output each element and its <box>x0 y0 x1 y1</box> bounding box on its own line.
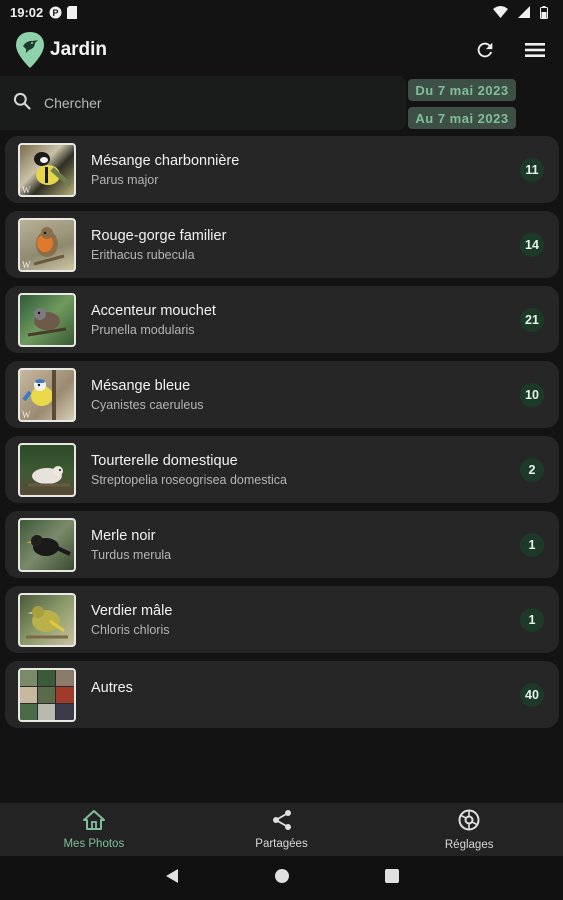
species-photo <box>18 517 76 572</box>
photo-count-badge: 14 <box>520 232 544 257</box>
species-scientific-name: Prunella modularis <box>91 322 195 337</box>
battery-icon <box>540 5 548 19</box>
species-photo: W <box>18 367 76 422</box>
species-card[interactable]: W Rouge-gorge familier Erithacus rubecul… <box>5 211 559 278</box>
nav-shared[interactable]: Partagées <box>188 803 376 856</box>
species-common-name: Accenteur mouchet <box>91 302 216 319</box>
species-common-name: Verdier mâle <box>91 602 173 619</box>
share-icon <box>271 809 293 836</box>
species-photo <box>18 442 76 497</box>
status-right <box>493 5 553 19</box>
nav-label: Mes Photos <box>63 838 125 850</box>
nav-label: Réglages <box>444 839 494 851</box>
notification-p-icon: P <box>49 6 62 19</box>
species-common-name: Autres <box>91 679 133 696</box>
species-photo <box>18 592 76 647</box>
search-placeholder: Chercher <box>44 95 102 111</box>
nav-settings[interactable]: Réglages <box>375 803 563 856</box>
species-scientific-name: Parus major <box>91 172 159 187</box>
species-common-name: Tourterelle domestique <box>91 452 238 469</box>
species-photo <box>18 292 76 347</box>
photo-count-badge: 1 <box>520 607 544 632</box>
refresh-icon[interactable] <box>471 36 499 64</box>
species-card[interactable]: Tourterelle domestique Streptopelia rose… <box>5 436 559 503</box>
wikimedia-mark: W <box>22 409 31 420</box>
photo-count-badge: 2 <box>520 457 544 482</box>
wikimedia-mark: W <box>22 259 31 270</box>
wifi-icon <box>493 6 508 18</box>
species-scientific-name: Streptopelia roseogrisea domestica <box>91 472 287 487</box>
svg-text:P: P <box>53 8 59 18</box>
bottom-navigation: Mes Photos Partagées Réglages <box>0 803 563 856</box>
species-scientific-name: Cyanistes caeruleus <box>91 397 204 412</box>
species-common-name: Merle noir <box>91 527 156 544</box>
species-card[interactable]: Verdier mâle Chloris chloris 1 <box>5 586 559 653</box>
search-input[interactable]: Chercher <box>0 76 406 130</box>
species-photo: W <box>18 142 76 197</box>
search-row: Chercher Du 7 mai 2023 Au 7 mai 2023 <box>0 76 563 130</box>
date-from-button[interactable]: Du 7 mai 2023 <box>408 79 516 101</box>
system-nav-bar <box>0 856 563 900</box>
photo-count-badge: 40 <box>520 682 544 707</box>
species-common-name: Mésange charbonnière <box>91 152 240 169</box>
date-to-button[interactable]: Au 7 mai 2023 <box>408 107 516 129</box>
signal-icon <box>518 6 530 18</box>
settings-icon <box>457 808 481 837</box>
search-icon <box>12 91 32 116</box>
nav-label: Partagées <box>255 838 308 850</box>
species-card[interactable]: Merle noir Turdus merula 1 <box>5 511 559 578</box>
home-icon <box>82 809 106 836</box>
status-bar: 19:02 P <box>0 0 563 24</box>
app-title: Jardin <box>50 39 108 60</box>
photo-count-badge: 10 <box>520 382 544 407</box>
app-bar: Jardin <box>0 24 563 76</box>
species-scientific-name: Erithacus rubecula <box>91 247 195 262</box>
app-logo-icon <box>14 30 46 70</box>
recents-icon[interactable] <box>384 868 399 888</box>
species-common-name: Mésange bleue <box>91 377 191 394</box>
species-card[interactable]: Accenteur mouchet Prunella modularis 21 <box>5 286 559 353</box>
photo-count-badge: 21 <box>520 307 544 332</box>
species-common-name: Rouge-gorge familier <box>91 227 227 244</box>
species-photo-collage <box>18 667 76 722</box>
wikimedia-mark: W <box>22 184 31 195</box>
species-card[interactable]: W Mésange charbonnière Parus major 11 <box>5 136 559 203</box>
home-circle-icon[interactable] <box>274 868 290 889</box>
species-card-others[interactable]: Autres 40 <box>5 661 559 728</box>
photo-count-badge: 11 <box>520 157 544 182</box>
species-scientific-name: Chloris chloris <box>91 622 170 637</box>
status-time: 19:02 <box>10 4 44 20</box>
species-list: W Mésange charbonnière Parus major 11 W … <box>5 136 559 736</box>
back-icon[interactable] <box>165 868 179 889</box>
species-photo: W <box>18 217 76 272</box>
species-scientific-name: Turdus merula <box>91 547 172 562</box>
photo-count-badge: 1 <box>520 532 544 557</box>
menu-icon[interactable] <box>521 36 549 64</box>
sd-card-icon <box>67 5 78 19</box>
species-card[interactable]: W Mésange bleue Cyanistes caeruleus 10 <box>5 361 559 428</box>
nav-my-photos[interactable]: Mes Photos <box>0 803 188 856</box>
